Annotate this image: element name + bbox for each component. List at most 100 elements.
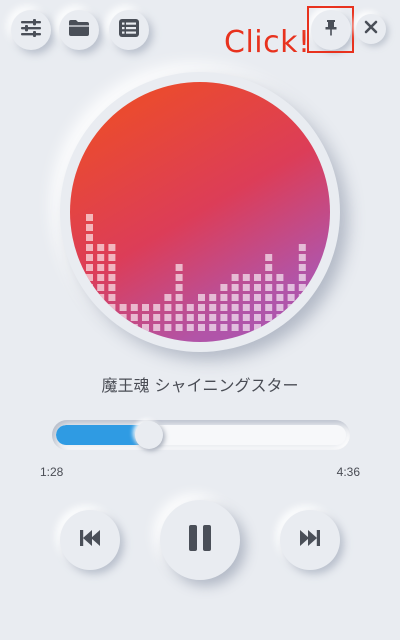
visualizer-cell — [276, 294, 284, 301]
visualizer-cell — [175, 284, 183, 291]
sliders-icon — [21, 18, 41, 42]
visualizer-cell — [198, 294, 205, 301]
visualizer-cell — [86, 234, 93, 241]
visualizer-cell — [86, 284, 93, 291]
skip-next-icon — [300, 529, 320, 551]
visualizer-cell — [276, 274, 284, 281]
click-annotation-label: Click! — [224, 25, 311, 60]
visualizer-cell — [97, 294, 105, 301]
playlist-icon — [119, 18, 139, 42]
visualizer-cell — [97, 244, 105, 251]
playlist-button[interactable] — [109, 10, 149, 50]
visualizer-cell — [97, 264, 105, 271]
open-folder-button[interactable] — [59, 10, 99, 50]
visualizer-cell — [108, 284, 116, 291]
visualizer-cell — [153, 324, 161, 331]
visualizer-cell — [242, 284, 250, 291]
visualizer-cell — [97, 274, 105, 281]
visualizer-cell — [231, 304, 239, 311]
visualizer-cell — [108, 314, 116, 321]
visualizer-cell — [220, 314, 228, 321]
visualizer-cell — [119, 314, 127, 321]
visualizer-cell — [298, 244, 306, 251]
visualizer-cell — [254, 274, 261, 281]
visualizer-cell — [198, 324, 205, 331]
visualizer-cell — [209, 324, 217, 331]
total-time: 4:36 — [336, 465, 360, 479]
visualizer-cell — [231, 284, 239, 291]
visualizer-cell — [254, 324, 261, 331]
visualizer-cell — [298, 254, 306, 261]
visualizer-cell — [108, 304, 116, 311]
visualizer-cell — [287, 284, 295, 291]
visualizer-cell — [242, 304, 250, 311]
visualizer-cell — [287, 314, 295, 321]
visualizer-cell — [287, 304, 295, 311]
skip-previous-icon — [80, 529, 100, 551]
visualizer-cell — [209, 304, 217, 311]
seek-bar-thumb[interactable] — [134, 421, 163, 449]
visualizer-cell — [209, 294, 217, 301]
visualizer-cell — [130, 304, 138, 311]
visualizer-cell — [265, 274, 273, 281]
pin-on-top-button[interactable] — [311, 10, 351, 50]
visualizer-cell — [108, 244, 116, 251]
visualizer-cell — [220, 324, 228, 331]
visualizer-cell — [242, 274, 250, 281]
visualizer-cell — [265, 304, 273, 311]
visualizer-cell — [97, 314, 105, 321]
visualizer-cell — [231, 294, 239, 301]
visualizer-cell — [175, 294, 183, 301]
visualizer-cell — [287, 294, 295, 301]
previous-track-button[interactable] — [60, 510, 120, 570]
visualizer-cell — [175, 264, 183, 271]
visualizer-cell — [86, 214, 93, 221]
audio-visualizer — [86, 214, 306, 331]
visualizer-cell — [298, 314, 306, 321]
visualizer-cell — [86, 274, 93, 281]
visualizer-cell — [142, 304, 149, 311]
visualizer-cell — [108, 274, 116, 281]
pause-icon — [189, 524, 211, 556]
visualizer-cell — [242, 324, 250, 331]
next-track-button[interactable] — [280, 510, 340, 570]
visualizer-cell — [130, 314, 138, 321]
visualizer-cell — [130, 324, 138, 331]
pin-icon — [325, 19, 337, 41]
visualizer-cell — [164, 294, 172, 301]
visualizer-cell — [108, 254, 116, 261]
visualizer-cell — [86, 324, 93, 331]
visualizer-cell — [119, 304, 127, 311]
visualizer-cell — [242, 294, 250, 301]
visualizer-cell — [298, 294, 306, 301]
visualizer-cell — [231, 324, 239, 331]
current-time: 1:28 — [40, 465, 64, 479]
visualizer-cell — [186, 304, 194, 311]
visualizer-cell — [287, 324, 295, 331]
visualizer-cell — [298, 274, 306, 281]
visualizer-cell — [298, 324, 306, 331]
close-button[interactable] — [356, 14, 386, 44]
visualizer-cell — [175, 324, 183, 331]
visualizer-cell — [209, 314, 217, 321]
visualizer-cell — [220, 284, 228, 291]
seek-bar[interactable] — [56, 425, 346, 445]
visualizer-cell — [265, 264, 273, 271]
visualizer-cell — [142, 324, 149, 331]
settings-button[interactable] — [11, 10, 51, 50]
visualizer-cell — [231, 314, 239, 321]
visualizer-cell — [265, 284, 273, 291]
visualizer-cell — [276, 324, 284, 331]
visualizer-cell — [242, 314, 250, 321]
visualizer-cell — [265, 254, 273, 261]
visualizer-cell — [119, 324, 127, 331]
visualizer-cell — [97, 324, 105, 331]
pause-button[interactable] — [160, 500, 240, 580]
visualizer-cell — [153, 314, 161, 321]
music-player-window: Click! 魔王魂 シャイニングスター 1:28 4:36 — [0, 0, 400, 640]
visualizer-cell — [254, 284, 261, 291]
visualizer-cell — [153, 304, 161, 311]
visualizer-cell — [265, 294, 273, 301]
visualizer-cell — [164, 314, 172, 321]
visualizer-cell — [198, 304, 205, 311]
